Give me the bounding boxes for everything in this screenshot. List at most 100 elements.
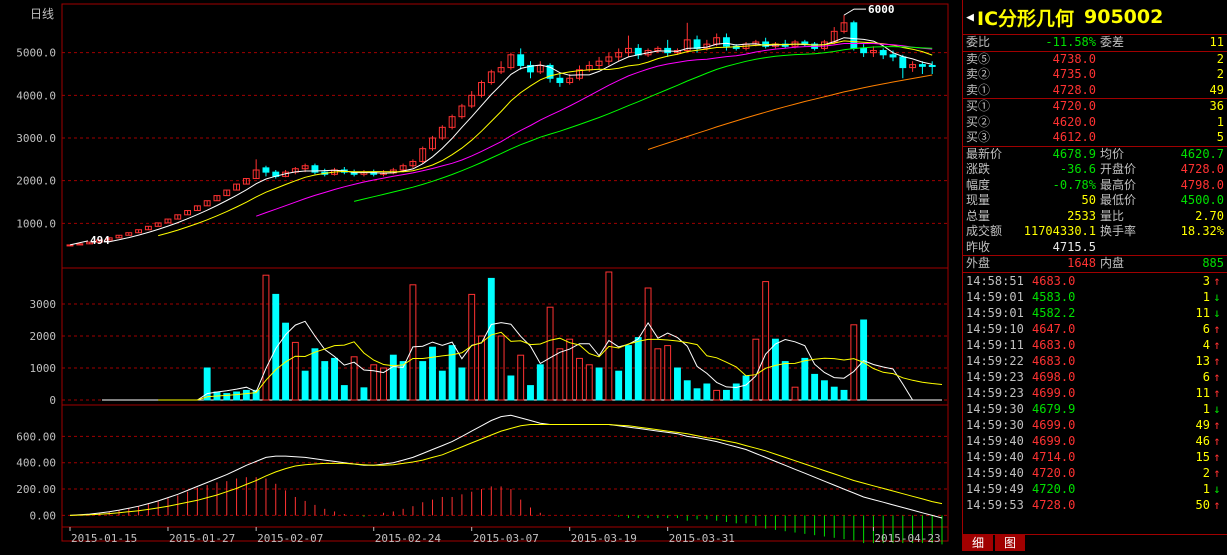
volume-bar (654, 348, 662, 401)
sell-label: 卖⑤ (966, 51, 991, 66)
tab-detail[interactable]: 细 (963, 535, 993, 551)
stat-value: 4500.0 (1180, 193, 1224, 207)
quote-panel: ◀ IC分形几何 905002 委比 -11.58% 委差 11 卖⑤ 4738.… (962, 0, 1227, 551)
kline-chart-svg[interactable]: 日线 5000.0 4000.0 3000.0 2000.0 1000.0 6000 494 3… (0, 0, 962, 551)
tick-price: 4582.2 (1032, 305, 1076, 320)
stat-label: 最高价 (1100, 177, 1137, 192)
volume-bar (409, 284, 417, 401)
stat-value: 50 (1081, 193, 1096, 207)
tick-row: 14:58:51 4683.0 3 ↑ (963, 273, 1227, 289)
period-label: 日线 (30, 7, 54, 21)
tick-price: 4679.9 (1032, 401, 1076, 416)
tick-time: 14:59:23 (966, 369, 1024, 384)
volume-bar (615, 370, 623, 401)
kline-chart-area[interactable]: 日线 5000.0 4000.0 3000.0 2000.0 1000.0 6000 494 3… (0, 0, 962, 551)
tick-price: 4728.0 (1032, 497, 1076, 512)
down-arrow-icon: ↓ (1213, 289, 1221, 304)
volume-bar (830, 386, 838, 401)
volume-bar (576, 357, 583, 401)
quote-stats: 最新价 4678.9 均价 4620.7 涨跌 -36.6 开盘价 4728.0 幅度 -0.78… (963, 147, 1227, 256)
sell-row: 卖⑤ 4738.0 2 (963, 52, 1227, 68)
date-label: 2015-03-19 (571, 532, 637, 545)
order-ratio-value: -11.58% (1045, 35, 1096, 49)
macd-dea-line (69, 424, 943, 516)
tick-volume: 4 (1202, 337, 1210, 352)
sell-price: 4738.0 (1052, 51, 1096, 66)
volume-bar (340, 385, 348, 401)
buy-label: 买② (966, 114, 991, 129)
macd-axis-label: 200.00 (16, 483, 56, 496)
tick-row: 14:59:01 4583.0 1 ↓ (963, 289, 1227, 305)
volume-bar (321, 361, 329, 401)
stat-value: 4798.0 (1180, 177, 1224, 192)
tick-price: 4698.0 (1032, 369, 1076, 384)
quote-title-bar: ◀ IC分形几何 905002 (963, 0, 1227, 35)
stat-label: 现量 (966, 193, 991, 207)
stat-label: 成交额 (966, 224, 1003, 238)
stat-value: 4715.5 (1052, 239, 1096, 254)
tab-chart[interactable]: 图 (995, 535, 1025, 551)
candle-body (918, 64, 926, 67)
stat-value: 2.70 (1195, 208, 1224, 223)
tick-volume: 6 (1202, 369, 1210, 384)
volume-bar (713, 389, 721, 401)
stat-label: 最低价 (1100, 193, 1137, 207)
stat-label: 量比 (1100, 208, 1125, 223)
up-arrow-icon: ↑ (1213, 337, 1221, 352)
sell-volume: 49 (1209, 82, 1224, 97)
buy-price: 4720.0 (1052, 99, 1096, 113)
date-label: 2015-04-23 (874, 532, 940, 545)
tick-price: 4683.0 (1032, 353, 1076, 368)
tick-price: 4720.0 (1032, 465, 1076, 480)
stat-row: 总量 2533 量比 2.70 (963, 209, 1227, 225)
volume-bar (723, 389, 730, 401)
up-arrow-icon: ↑ (1213, 465, 1221, 480)
down-arrow-icon: ↓ (1213, 305, 1221, 320)
volume-bar (419, 361, 427, 401)
sell-orders: 卖⑤ 4738.0 2 卖② 4735.0 2 卖① 4728.0 49 (963, 52, 1227, 99)
candle-body (850, 22, 858, 49)
stat-label: 开盘价 (1100, 162, 1137, 176)
volume-bar (556, 348, 564, 401)
tick-price: 4720.0 (1032, 481, 1076, 496)
stat-row: 最新价 4678.9 均价 4620.7 (963, 147, 1227, 163)
volume-bar (693, 388, 701, 401)
buy-volume: 5 (1216, 130, 1224, 144)
stock-code: 905002 (1084, 6, 1164, 28)
tick-row: 14:59:30 4699.0 49 ↑ (963, 417, 1227, 433)
buy-price: 4620.0 (1052, 114, 1096, 129)
outer-value: 1648 (1067, 256, 1096, 270)
stat-label: 幅度 (966, 177, 991, 192)
stat-label: 换手率 (1100, 224, 1137, 238)
sell-row: 卖② 4735.0 2 (963, 67, 1227, 83)
tick-volume: 1 (1202, 289, 1210, 304)
volume-axis-label: 2000 (30, 330, 57, 343)
tick-volume: 3 (1202, 273, 1210, 288)
tick-volume: 1 (1202, 401, 1210, 416)
outer-label: 外盘 (966, 256, 991, 270)
tick-time: 14:59:40 (966, 449, 1024, 464)
tick-time: 14:59:49 (966, 481, 1024, 496)
candle-body (860, 47, 868, 54)
tick-time: 14:59:23 (966, 385, 1024, 400)
sell-price: 4728.0 (1052, 82, 1096, 97)
candle-body (262, 167, 270, 173)
volume-bar (791, 386, 799, 401)
tick-price: 4714.0 (1032, 449, 1076, 464)
buy-label: 买③ (966, 130, 991, 144)
tick-price: 4699.0 (1032, 385, 1076, 400)
prev-stock-arrow-icon[interactable]: ◀ (963, 10, 977, 25)
stat-row: 幅度 -0.78% 最高价 4798.0 (963, 178, 1227, 194)
stat-value: 4728.0 (1180, 162, 1224, 176)
tick-volume: 11 (1195, 305, 1210, 320)
tick-row: 14:59:11 4683.0 4 ↑ (963, 337, 1227, 353)
tick-time: 14:59:30 (966, 401, 1024, 416)
tick-list[interactable]: 14:58:51 4683.0 3 ↑ 14:59:01 4583.0 1 ↓ 14:59:01… (963, 273, 1227, 513)
tick-row: 14:59:22 4683.0 13 ↑ (963, 353, 1227, 369)
sell-label: 卖② (966, 67, 991, 81)
up-arrow-icon: ↑ (1213, 433, 1221, 448)
volume-bar (272, 293, 280, 401)
stat-label: 涨跌 (966, 162, 991, 176)
tick-time: 14:59:53 (966, 497, 1024, 512)
tick-volume: 49 (1195, 417, 1210, 432)
